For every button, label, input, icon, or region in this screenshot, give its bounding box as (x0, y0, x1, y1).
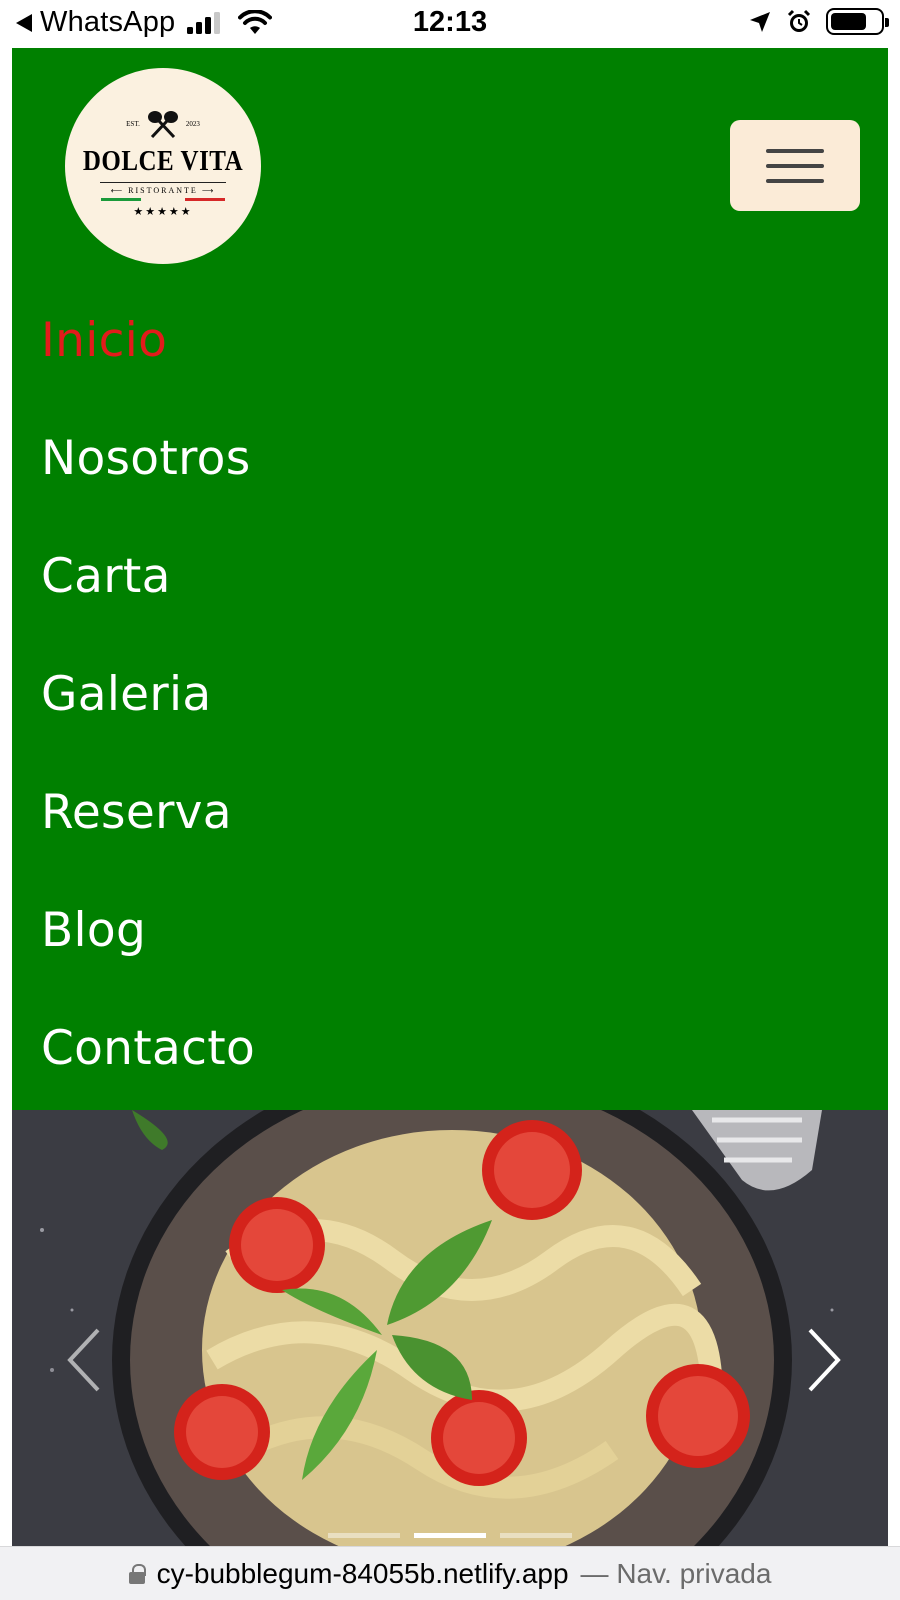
nav-item-galeria[interactable]: Galeria (41, 650, 255, 768)
wifi-icon (238, 9, 273, 34)
hamburger-icon (766, 148, 824, 153)
italian-flag-stripe (101, 198, 225, 202)
carousel-indicator[interactable] (414, 1533, 486, 1538)
carousel-indicator[interactable] (328, 1533, 400, 1538)
location-arrow-icon (750, 11, 770, 32)
logo-year: 2023 (185, 119, 200, 128)
logo[interactable]: EST. 2023 DOLCE VITA ⟵ RISTORANTE ⟶ ★★★★… (65, 68, 261, 264)
logo-name: DOLCE VITA (82, 145, 244, 177)
carousel-indicators (328, 1533, 572, 1538)
pizza-peel-icon (147, 110, 178, 138)
nav-item-carta[interactable]: Carta (41, 532, 255, 650)
back-app-label: WhatsApp (40, 6, 176, 38)
chevron-right-icon[interactable] (798, 1320, 848, 1400)
nav-item-nosotros[interactable]: Nosotros (41, 414, 255, 532)
nav-item-contacto[interactable]: Contacto (41, 1004, 255, 1122)
logo-subtitle: RISTORANTE (128, 186, 198, 196)
nav-item-inicio[interactable]: Inicio (41, 296, 255, 414)
lock-icon (128, 1563, 146, 1584)
status-bar: WhatsApp 12:13 (0, 0, 900, 48)
back-arrow-icon (16, 13, 32, 32)
chevron-left-icon[interactable] (60, 1320, 110, 1400)
pasta-dish-image (12, 1110, 888, 1546)
nav-item-blog[interactable]: Blog (41, 886, 255, 1004)
back-to-app[interactable]: WhatsApp (16, 6, 273, 39)
private-mode-label: — Nav. privada (580, 1557, 772, 1589)
nav-item-reserva[interactable]: Reserva (41, 768, 255, 886)
cellular-signal-icon (187, 11, 221, 34)
battery-icon (826, 8, 889, 35)
alarm-icon (787, 9, 811, 32)
carousel-indicator[interactable] (500, 1533, 572, 1538)
hero-carousel (12, 1110, 888, 1546)
address-url: cy-bubblegum-84055b.netlify.app (156, 1557, 569, 1589)
site-header-menu: EST. 2023 DOLCE VITA ⟵ RISTORANTE ⟶ ★★★★… (12, 48, 888, 1110)
menu-toggle-button[interactable] (730, 120, 860, 211)
main-nav: Inicio Nosotros Carta Galeria Reserva Bl… (41, 296, 255, 1122)
address-bar[interactable]: cy-bubblegum-84055b.netlify.app — Nav. p… (0, 1546, 900, 1600)
logo-stars: ★★★★★ (133, 206, 193, 219)
logo-est: EST. (126, 119, 140, 128)
